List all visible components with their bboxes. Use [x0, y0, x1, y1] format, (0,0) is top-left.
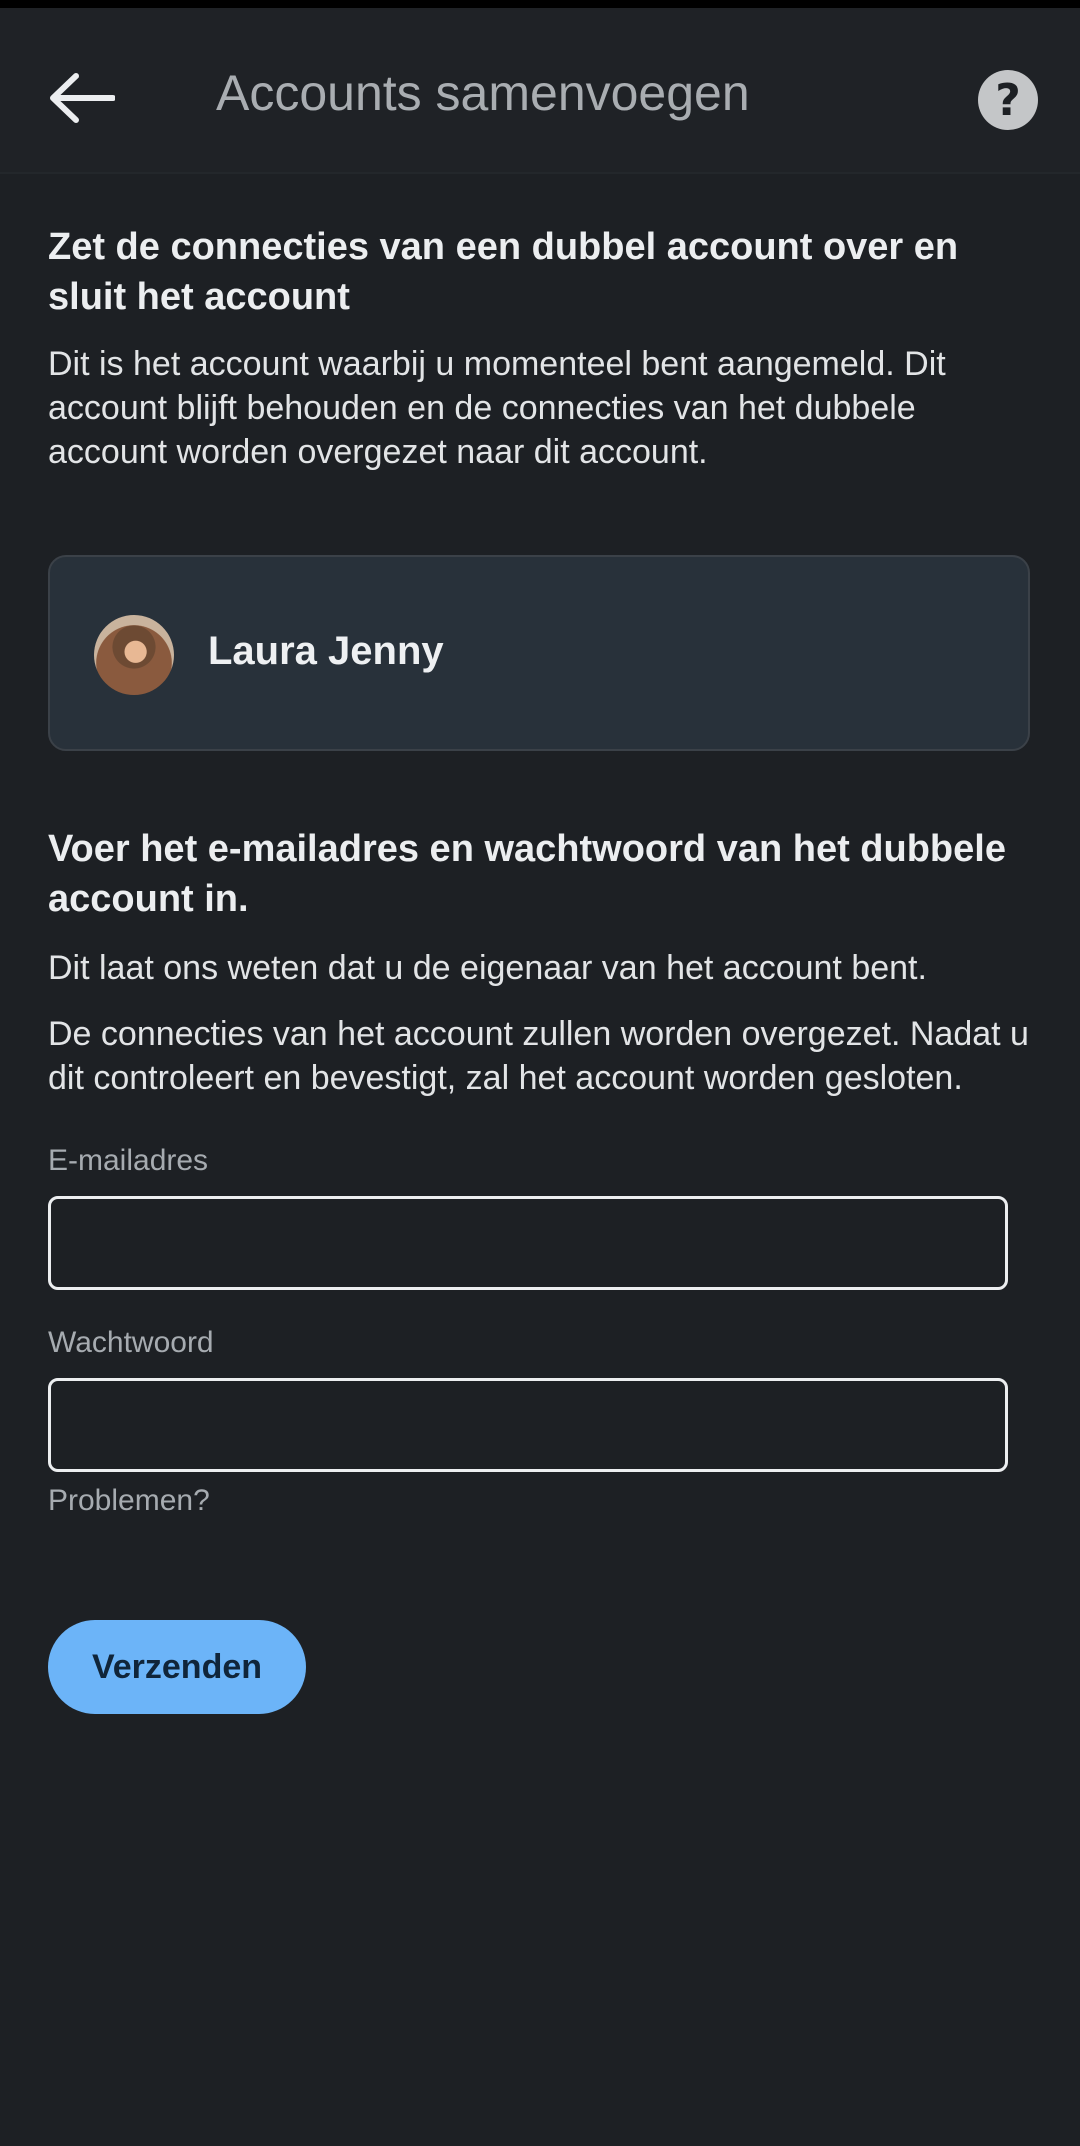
back-button[interactable]: [40, 56, 124, 140]
avatar: [94, 615, 174, 695]
password-field[interactable]: [48, 1378, 1008, 1472]
credentials-section: Voer het e-mailadres en wachtwoord van h…: [48, 824, 1038, 1100]
email-label: E-mailadres: [48, 1144, 209, 1177]
form-text-1: Dit laat ons weten dat u de eigenaar van…: [48, 949, 927, 987]
intro-heading: Zet de connecties van een dubbel account…: [48, 226, 959, 318]
form-heading: Voer het e-mailadres en wachtwoord van h…: [48, 828, 1006, 920]
help-button[interactable]: ?: [978, 70, 1038, 130]
question-circle-icon: ?: [995, 74, 1021, 126]
intro-section: Zet de connecties van een dubbel account…: [48, 222, 1038, 474]
status-bar: [0, 0, 1080, 8]
form-text-2: De connecties van het account zullen wor…: [48, 1015, 1029, 1097]
email-field[interactable]: [48, 1196, 1008, 1290]
account-name: Laura Jenny: [208, 629, 444, 673]
password-label: Wachtwoord: [48, 1326, 214, 1359]
app-bar: Accounts samenvoegen ?: [0, 8, 1080, 174]
problems-link[interactable]: Problemen?: [48, 1484, 210, 1518]
page-title: Accounts samenvoegen: [216, 65, 750, 121]
current-account-card: Laura Jenny: [48, 555, 1030, 751]
arrow-left-icon: [50, 73, 115, 123]
intro-text: Dit is het account waarbij u momenteel b…: [48, 345, 946, 471]
submit-button[interactable]: Verzenden: [48, 1620, 306, 1714]
